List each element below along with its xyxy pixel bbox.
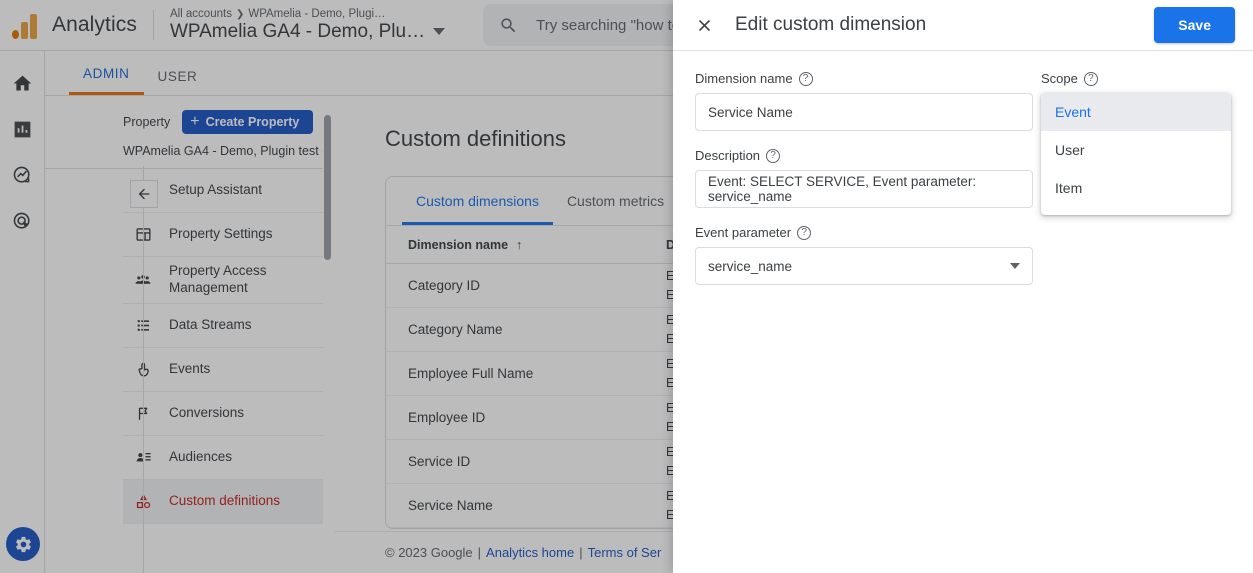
field-scope: Scope ? [1041, 71, 1231, 93]
help-icon[interactable]: ? [797, 225, 812, 240]
dimension-name-input[interactable]: Service Name [695, 93, 1033, 131]
label-text: Dimension name [695, 71, 793, 86]
dialog-header: Edit custom dimension Save [673, 0, 1253, 51]
scope-option-user[interactable]: User [1041, 131, 1231, 169]
scope-label: Scope ? [1041, 71, 1231, 86]
screen: Analytics All accounts ❯ WPAmelia - Demo, … [0, 0, 1253, 573]
scope-option-item[interactable]: Item [1041, 169, 1231, 207]
help-icon[interactable]: ? [766, 148, 781, 163]
field-event-parameter: Event parameter ? service_name [695, 225, 1231, 285]
event-parameter-label: Event parameter ? [695, 225, 1231, 240]
event-parameter-select[interactable]: service_name [695, 247, 1033, 285]
event-parameter-value: service_name [708, 258, 793, 274]
close-icon[interactable] [691, 12, 717, 38]
dialog-title: Edit custom dimension [735, 14, 927, 35]
help-icon[interactable]: ? [1083, 71, 1098, 86]
scope-option-event[interactable]: Event [1041, 93, 1231, 131]
save-button[interactable]: Save [1154, 7, 1235, 43]
edit-custom-dimension-dialog: Edit custom dimension Save Dimension nam… [673, 0, 1253, 573]
chevron-down-icon[interactable] [1010, 263, 1020, 269]
label-text: Scope [1041, 71, 1078, 86]
description-input[interactable]: Event: SELECT SERVICE, Event parameter: … [695, 170, 1033, 208]
help-icon[interactable]: ? [798, 71, 813, 86]
label-text: Description [695, 148, 761, 163]
label-text: Event parameter [695, 225, 792, 240]
scope-dropdown-menu: Event User Item [1041, 93, 1231, 215]
